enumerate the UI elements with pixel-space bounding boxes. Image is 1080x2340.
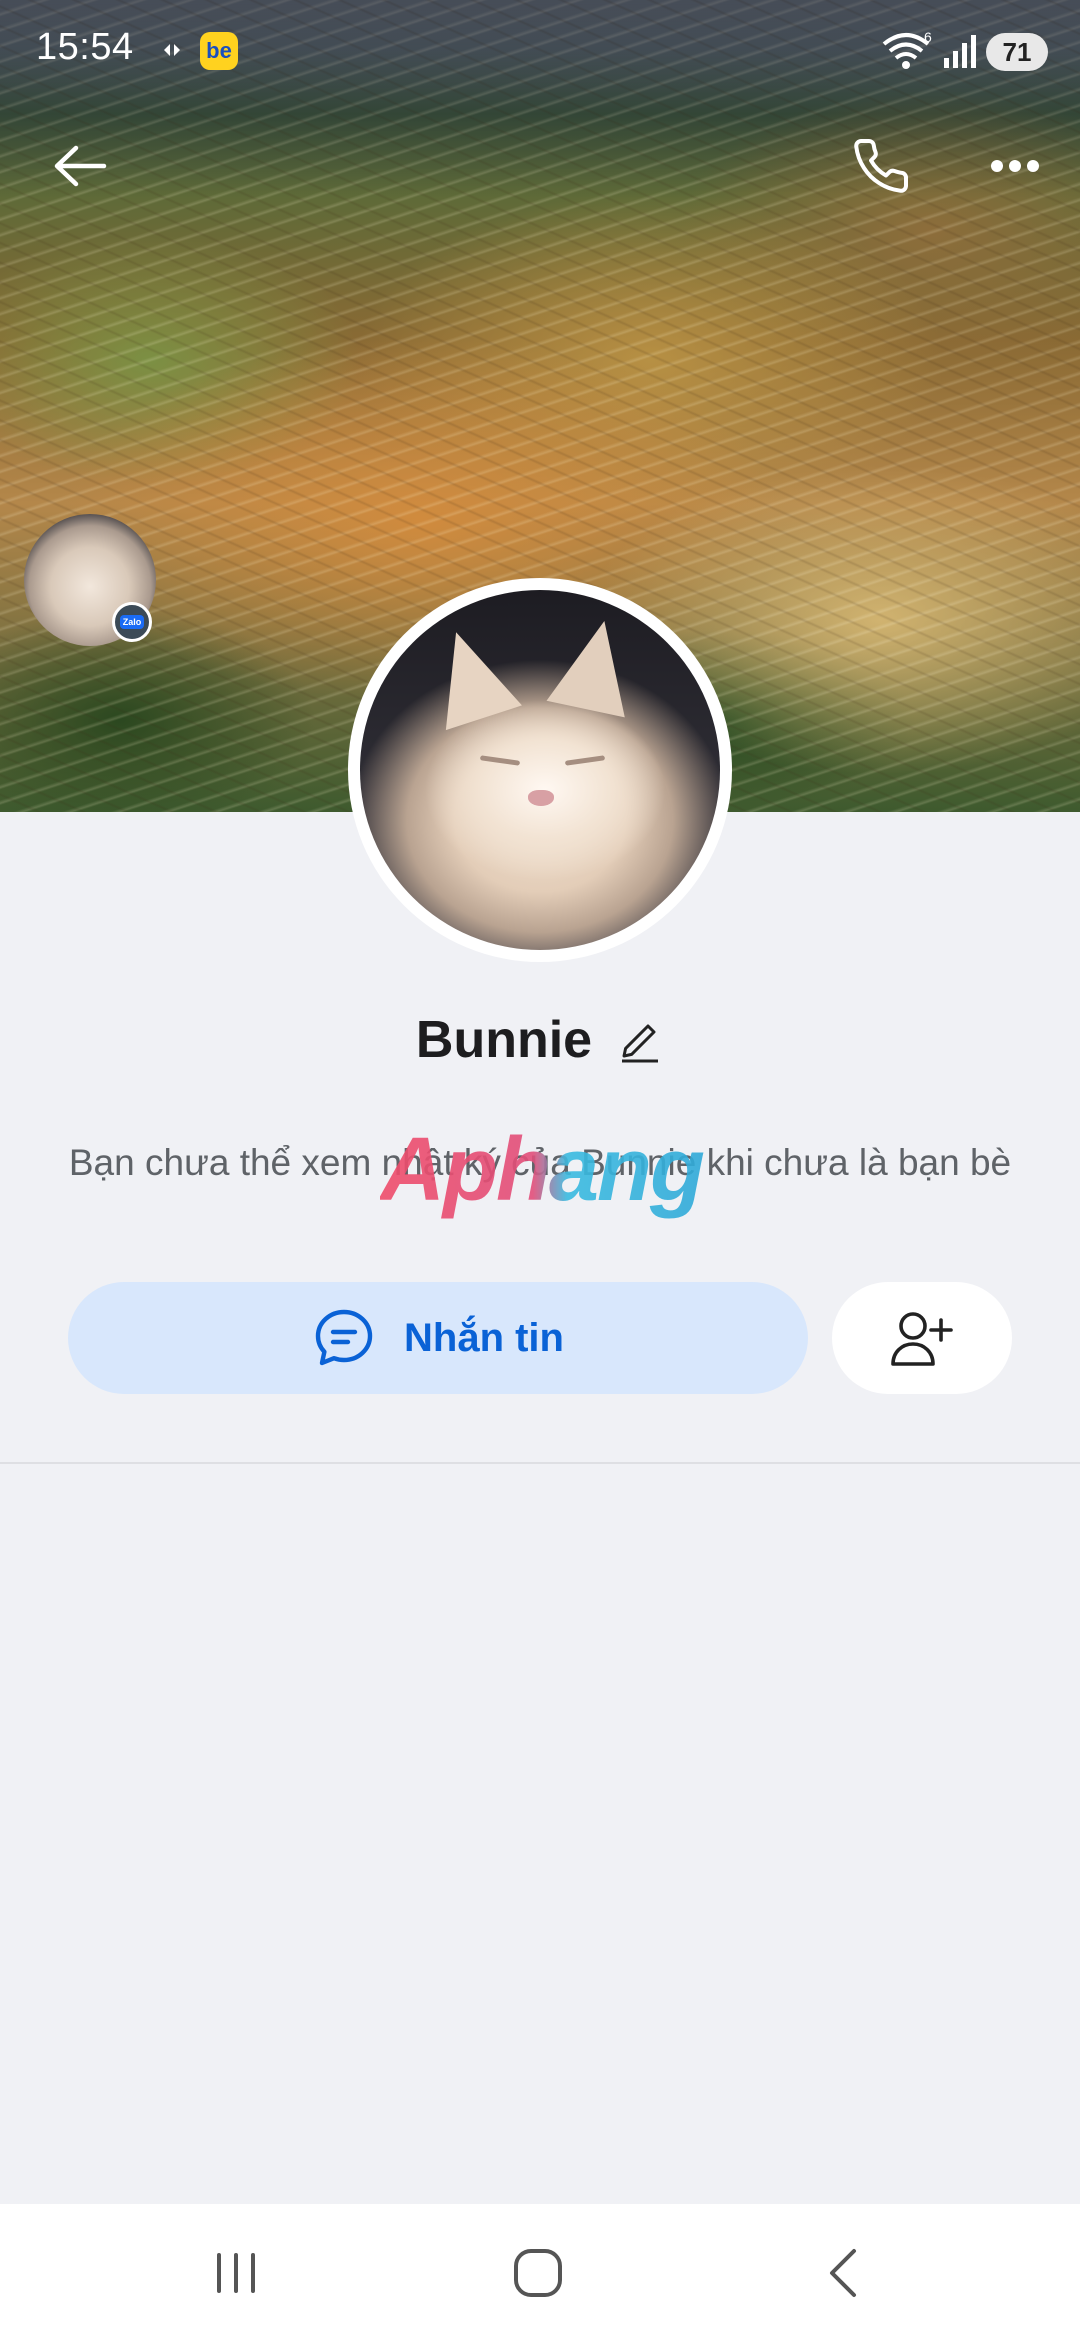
add-friend-button[interactable] (832, 1282, 1012, 1394)
avatar-detail (479, 755, 521, 766)
chat-bubble-icon (315, 1309, 373, 1366)
system-nav-bar (0, 2204, 1080, 2340)
wifi-icon: 6 (882, 30, 932, 69)
home-icon (514, 2249, 562, 2297)
avatar-detail (418, 619, 522, 731)
send-message-button[interactable]: Nhắn tin (68, 1282, 808, 1394)
call-button[interactable] (836, 126, 926, 206)
signal-icon (944, 35, 976, 68)
more-horizontal-icon (991, 160, 1039, 172)
nav-back-icon (830, 2249, 856, 2297)
privacy-info-text: Bạn chưa thể xem nhật ký của Bunnie khi … (68, 1142, 1012, 1183)
section-divider (0, 1462, 1080, 1464)
profile-avatar[interactable] (360, 590, 720, 950)
more-button[interactable] (970, 126, 1060, 206)
data-transfer-icon (164, 44, 180, 56)
battery-indicator: 71 (986, 33, 1048, 71)
avatar-detail (528, 790, 554, 806)
profile-name: Bunnie (415, 1011, 593, 1069)
phone-icon (854, 138, 909, 193)
status-bar: 15:54 be 6 71 (0, 0, 1080, 100)
zalo-badge-icon: Zalo (112, 602, 152, 642)
arrow-left-icon (54, 145, 107, 187)
nav-back-button[interactable] (782, 2238, 902, 2308)
status-time: 15:54 (36, 26, 134, 68)
avatar-detail (564, 755, 606, 766)
back-button[interactable] (40, 126, 120, 206)
recents-icon (217, 2253, 255, 2293)
wifi-badge: 6 (924, 30, 932, 45)
zalo-badge-label: Zalo (119, 615, 145, 629)
profile-name-row: Bunnie (0, 1000, 1080, 1080)
be-app-icon: be (200, 32, 238, 70)
edit-pencil-icon[interactable] (616, 1016, 664, 1064)
add-user-icon (891, 1312, 953, 1366)
home-button[interactable] (478, 2238, 598, 2308)
send-message-label: Nhắn tin (404, 1315, 564, 1360)
avatar-detail (546, 612, 644, 718)
recents-button[interactable] (176, 2238, 296, 2308)
